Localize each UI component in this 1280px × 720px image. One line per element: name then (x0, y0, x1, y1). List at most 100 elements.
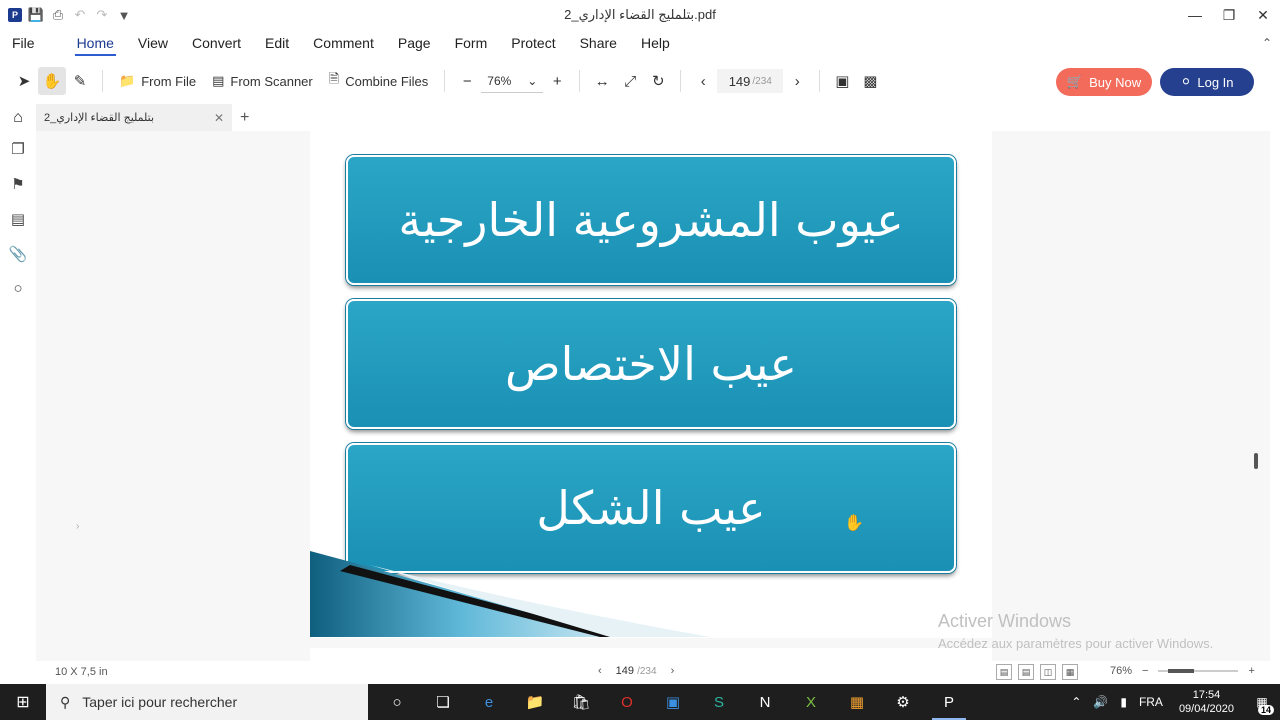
menu-file[interactable]: File (0, 30, 65, 58)
rotate-icon[interactable]: ↻ (644, 67, 672, 95)
status-next-page-icon[interactable]: › (671, 665, 675, 677)
document-tab-row: ⌂ بتلمليج القضاء الإداري_2 ✕ + (0, 104, 1280, 131)
edit-tool-icon[interactable]: ✎ (66, 67, 94, 95)
expand-sidebar-icon[interactable]: › (76, 521, 79, 532)
page-size-label: 10 X 7,5 in (55, 666, 108, 678)
toolbar-divider (102, 70, 103, 92)
battery-icon[interactable]: ▮ (1114, 695, 1133, 709)
search-icon[interactable]: ○ (0, 271, 36, 306)
app-window-icon[interactable]: ▣ (650, 684, 696, 720)
hand-tool-icon[interactable]: ✋ (38, 67, 66, 95)
notification-center-icon[interactable]: ▦ 14 (1244, 695, 1280, 715)
scrollbar-thumb[interactable] (1254, 453, 1258, 469)
volume-icon[interactable]: 🔊 (1087, 695, 1114, 709)
menu-comment[interactable]: Comment (301, 30, 386, 58)
clock-date: 09/04/2020 (1178, 703, 1234, 715)
menu-convert[interactable]: Convert (180, 30, 253, 58)
close-button[interactable]: ✕ (1246, 0, 1280, 30)
user-icon: ⚪ (1180, 74, 1192, 89)
status-prev-page-icon[interactable]: ‹ (598, 665, 602, 677)
two-page-view-icon[interactable]: ◫ (1040, 664, 1056, 680)
minimize-button[interactable]: — (1178, 0, 1212, 30)
document-tab[interactable]: بتلمليج القضاء الإداري_2 ✕ (36, 104, 232, 131)
slide-decoration (310, 551, 710, 637)
pdf-editor-taskbar-icon[interactable]: P (926, 684, 972, 720)
customize-icon[interactable]: ▼ (116, 7, 132, 23)
network-app-icon[interactable]: ⚙ (880, 684, 926, 720)
cart-icon: 🛒 (1066, 74, 1084, 89)
document-workspace[interactable]: › عيوب المشروعية الخارجية عيب الاختصاص ع… (36, 131, 1270, 661)
new-tab-icon[interactable]: + (240, 109, 249, 127)
quick-access-toolbar: P 💾 ⎙ ↶ ↷ ▼ (0, 7, 132, 23)
print-icon[interactable]: ⎙ (50, 7, 66, 23)
app-logo-icon: P (8, 8, 22, 22)
combine-files-label: Combine Files (345, 73, 429, 89)
fit-width-icon[interactable]: ↔ (588, 67, 616, 95)
screenshot-icon[interactable]: ▣ (828, 67, 856, 95)
previous-page-icon[interactable]: ‹ (689, 67, 717, 95)
select-tool-icon[interactable]: ➤ (10, 67, 38, 95)
restore-button[interactable]: ❐ (1212, 0, 1246, 30)
zoom-out-icon[interactable]: − (453, 67, 481, 95)
status-zoom-in-icon[interactable]: + (1248, 665, 1254, 677)
save-icon[interactable]: 💾 (28, 7, 44, 23)
comments-icon[interactable]: ▤ (0, 201, 36, 236)
sync-app-icon[interactable]: S (696, 684, 742, 720)
opera-icon[interactable]: O (604, 684, 650, 720)
status-zoom-out-icon[interactable]: − (1142, 665, 1148, 677)
combine-files-button[interactable]: 🗎 Combine Files (321, 67, 437, 95)
menu-protect[interactable]: Protect (499, 30, 567, 58)
page-number-field[interactable]: 149 /234 (717, 69, 784, 93)
close-tab-icon[interactable]: ✕ (214, 111, 224, 125)
from-file-button[interactable]: 📁 From File (111, 67, 204, 95)
menu-edit[interactable]: Edit (253, 30, 301, 58)
next-page-icon[interactable]: › (783, 67, 811, 95)
buy-now-button[interactable]: 🛒 Buy Now (1056, 68, 1152, 96)
watermark-title: Activer Windows (938, 611, 1072, 631)
word-app-icon[interactable]: N (742, 684, 788, 720)
toolbar-divider (579, 70, 581, 92)
single-page-view-icon[interactable]: ▤ (996, 664, 1012, 680)
store-icon[interactable]: 🛍 (558, 684, 604, 720)
edge-icon[interactable]: e (466, 684, 512, 720)
grid-view-icon[interactable]: ▦ (1062, 664, 1078, 680)
tray-expand-icon[interactable]: ⌃ (1065, 695, 1087, 709)
office-app-icon[interactable]: ▦ (834, 684, 880, 720)
zoom-select[interactable]: 76% ⌄ (481, 69, 544, 93)
menu-view[interactable]: View (126, 30, 180, 58)
menu-page[interactable]: Page (386, 30, 443, 58)
left-sidebar: ❐ ⚑ ▤ 📎 ○ (0, 131, 36, 661)
undo-icon[interactable]: ↶ (72, 7, 88, 23)
windows-start-icon[interactable]: ⊞ (0, 684, 46, 720)
status-current-page[interactable]: 149 (616, 665, 634, 677)
fit-page-icon[interactable]: ⤢ (616, 67, 644, 95)
language-indicator[interactable]: FRA (1133, 695, 1169, 709)
menu-share[interactable]: Share (568, 30, 629, 58)
collapse-ribbon-icon[interactable]: ⌃ (1262, 36, 1272, 50)
toolbar-divider (819, 70, 821, 92)
log-in-button[interactable]: ⚪ Log In (1160, 68, 1254, 96)
hand-cursor-icon: ✋ (844, 515, 864, 532)
attachment-icon[interactable]: 📎 (0, 236, 36, 271)
task-view-icon[interactable]: ❏ (420, 684, 466, 720)
menu-home[interactable]: Home (65, 30, 126, 58)
zoom-in-icon[interactable]: + (543, 67, 571, 95)
bookmark-icon[interactable]: ⚑ (0, 166, 36, 201)
zoom-slider[interactable] (1158, 669, 1239, 673)
status-bar: 10 X 7,5 in ‹ 149 /234 › ▤ ▤ ◫ ▦ 76% − + (0, 661, 1280, 684)
from-file-label: From File (141, 73, 197, 89)
redo-icon[interactable]: ↷ (94, 7, 110, 23)
taskbar-search-box[interactable]: ⚲ Taper ici pour rechercher (46, 684, 368, 720)
save-as-icon[interactable]: ▩ (856, 67, 884, 95)
menu-form[interactable]: Form (443, 30, 500, 58)
scanner-icon: ▤ (212, 73, 225, 88)
menu-help[interactable]: Help (629, 30, 682, 58)
file-explorer-icon[interactable]: 📁 (512, 684, 558, 720)
cortana-icon[interactable]: ○ (374, 684, 420, 720)
from-scanner-button[interactable]: ▤ From Scanner (204, 67, 321, 95)
home-icon[interactable]: ⌂ (0, 109, 36, 127)
excel-app-icon[interactable]: X (788, 684, 834, 720)
thumbnails-icon[interactable]: ❐ (0, 131, 36, 166)
taskbar-clock[interactable]: 17:54 09/04/2020 (1169, 688, 1244, 716)
continuous-view-icon[interactable]: ▤ (1018, 664, 1034, 680)
